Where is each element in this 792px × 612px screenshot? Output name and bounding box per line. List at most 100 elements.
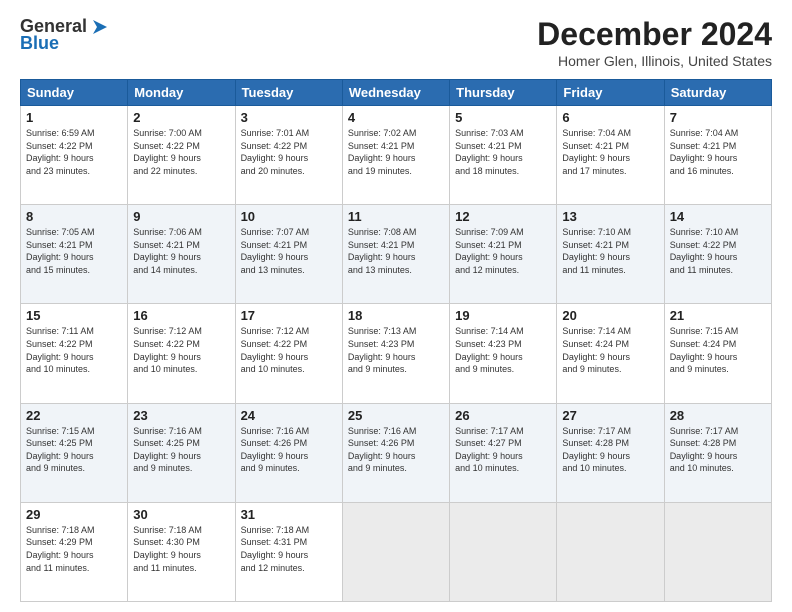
col-header-friday: Friday <box>557 80 664 106</box>
day-info: Sunrise: 7:02 AM Sunset: 4:21 PM Dayligh… <box>348 127 444 177</box>
day-number: 22 <box>26 408 122 423</box>
day-info: Sunrise: 7:15 AM Sunset: 4:25 PM Dayligh… <box>26 425 122 475</box>
day-number: 23 <box>133 408 229 423</box>
calendar-cell: 19Sunrise: 7:14 AM Sunset: 4:23 PM Dayli… <box>450 304 557 403</box>
logo: General Blue <box>20 16 107 54</box>
calendar-cell: 1Sunrise: 6:59 AM Sunset: 4:22 PM Daylig… <box>21 106 128 205</box>
calendar-cell: 14 Sunrise: 7:10 AM Sunset: 4:22 PM Dayli… <box>664 205 771 304</box>
day-info: Sunrise: 7:10 AM Sunset: 4:22 PM Dayligh… <box>670 226 766 276</box>
day-number: 6 <box>562 110 658 125</box>
calendar-cell: 13Sunrise: 7:10 AM Sunset: 4:21 PM Dayli… <box>557 205 664 304</box>
title-block: December 2024 Homer Glen, Illinois, Unit… <box>537 16 772 69</box>
calendar-cell <box>557 502 664 601</box>
calendar-week-3: 15 Sunrise: 7:11 AM Sunset: 4:22 PM Dayli… <box>21 304 772 403</box>
day-info: Sunrise: 6:59 AM Sunset: 4:22 PM Dayligh… <box>26 127 122 177</box>
location: Homer Glen, Illinois, United States <box>537 53 772 69</box>
calendar-cell: 24 Sunrise: 7:16 AM Sunset: 4:26 PM Dayli… <box>235 403 342 502</box>
day-info: Sunrise: 7:17 AM Sunset: 4:28 PM Dayligh… <box>562 425 658 475</box>
calendar-cell <box>450 502 557 601</box>
calendar-cell <box>342 502 449 601</box>
calendar-table: SundayMondayTuesdayWednesdayThursdayFrid… <box>20 79 772 602</box>
calendar-cell: 25 Sunrise: 7:16 AM Sunset: 4:26 PM Dayli… <box>342 403 449 502</box>
day-number: 18 <box>348 308 444 323</box>
day-info: Sunrise: 7:16 AM Sunset: 4:26 PM Dayligh… <box>241 425 337 475</box>
day-number: 31 <box>241 507 337 522</box>
day-info: Sunrise: 7:18 AM Sunset: 4:30 PM Dayligh… <box>133 524 229 574</box>
day-info: Sunrise: 7:16 AM Sunset: 4:26 PM Dayligh… <box>348 425 444 475</box>
calendar-cell: 7 Sunrise: 7:04 AM Sunset: 4:21 PM Daylig… <box>664 106 771 205</box>
day-number: 11 <box>348 209 444 224</box>
day-number: 14 <box>670 209 766 224</box>
calendar-cell: 27 Sunrise: 7:17 AM Sunset: 4:28 PM Dayli… <box>557 403 664 502</box>
day-info: Sunrise: 7:14 AM Sunset: 4:24 PM Dayligh… <box>562 325 658 375</box>
calendar-week-2: 8Sunrise: 7:05 AM Sunset: 4:21 PM Daylig… <box>21 205 772 304</box>
day-info: Sunrise: 7:09 AM Sunset: 4:21 PM Dayligh… <box>455 226 551 276</box>
month-title: December 2024 <box>537 16 772 53</box>
calendar-cell: 12Sunrise: 7:09 AM Sunset: 4:21 PM Dayli… <box>450 205 557 304</box>
calendar-cell: 10Sunrise: 7:07 AM Sunset: 4:21 PM Dayli… <box>235 205 342 304</box>
calendar-cell: 11 Sunrise: 7:08 AM Sunset: 4:21 PM Dayli… <box>342 205 449 304</box>
calendar-week-4: 22 Sunrise: 7:15 AM Sunset: 4:25 PM Dayli… <box>21 403 772 502</box>
day-info: Sunrise: 7:16 AM Sunset: 4:25 PM Dayligh… <box>133 425 229 475</box>
calendar-cell: 30 Sunrise: 7:18 AM Sunset: 4:30 PM Dayli… <box>128 502 235 601</box>
header: General Blue December 2024 Homer Glen, I… <box>20 16 772 69</box>
day-number: 9 <box>133 209 229 224</box>
day-info: Sunrise: 7:11 AM Sunset: 4:22 PM Dayligh… <box>26 325 122 375</box>
day-number: 27 <box>562 408 658 423</box>
day-info: Sunrise: 7:04 AM Sunset: 4:21 PM Dayligh… <box>670 127 766 177</box>
day-number: 7 <box>670 110 766 125</box>
calendar-cell: 2Sunrise: 7:00 AM Sunset: 4:22 PM Daylig… <box>128 106 235 205</box>
logo-bird-icon <box>89 18 107 36</box>
day-info: Sunrise: 7:00 AM Sunset: 4:22 PM Dayligh… <box>133 127 229 177</box>
calendar-cell <box>664 502 771 601</box>
calendar-cell: 23 Sunrise: 7:16 AM Sunset: 4:25 PM Dayli… <box>128 403 235 502</box>
day-number: 3 <box>241 110 337 125</box>
calendar-cell: 15 Sunrise: 7:11 AM Sunset: 4:22 PM Dayli… <box>21 304 128 403</box>
calendar-header-row: SundayMondayTuesdayWednesdayThursdayFrid… <box>21 80 772 106</box>
day-info: Sunrise: 7:06 AM Sunset: 4:21 PM Dayligh… <box>133 226 229 276</box>
day-number: 26 <box>455 408 551 423</box>
calendar-cell: 22 Sunrise: 7:15 AM Sunset: 4:25 PM Dayli… <box>21 403 128 502</box>
day-info: Sunrise: 7:03 AM Sunset: 4:21 PM Dayligh… <box>455 127 551 177</box>
col-header-saturday: Saturday <box>664 80 771 106</box>
page: General Blue December 2024 Homer Glen, I… <box>0 0 792 612</box>
day-number: 24 <box>241 408 337 423</box>
day-number: 17 <box>241 308 337 323</box>
day-info: Sunrise: 7:01 AM Sunset: 4:22 PM Dayligh… <box>241 127 337 177</box>
day-info: Sunrise: 7:15 AM Sunset: 4:24 PM Dayligh… <box>670 325 766 375</box>
col-header-sunday: Sunday <box>21 80 128 106</box>
day-info: Sunrise: 7:08 AM Sunset: 4:21 PM Dayligh… <box>348 226 444 276</box>
day-info: Sunrise: 7:12 AM Sunset: 4:22 PM Dayligh… <box>241 325 337 375</box>
col-header-thursday: Thursday <box>450 80 557 106</box>
day-number: 16 <box>133 308 229 323</box>
day-info: Sunrise: 7:12 AM Sunset: 4:22 PM Dayligh… <box>133 325 229 375</box>
calendar-cell: 18Sunrise: 7:13 AM Sunset: 4:23 PM Dayli… <box>342 304 449 403</box>
logo-blue: Blue <box>20 33 59 54</box>
day-number: 4 <box>348 110 444 125</box>
calendar-cell: 31 Sunrise: 7:18 AM Sunset: 4:31 PM Dayli… <box>235 502 342 601</box>
calendar-cell: 5 Sunrise: 7:03 AM Sunset: 4:21 PM Daylig… <box>450 106 557 205</box>
calendar-cell: 29 Sunrise: 7:18 AM Sunset: 4:29 PM Dayli… <box>21 502 128 601</box>
day-number: 29 <box>26 507 122 522</box>
day-number: 5 <box>455 110 551 125</box>
day-info: Sunrise: 7:17 AM Sunset: 4:27 PM Dayligh… <box>455 425 551 475</box>
calendar-cell: 16 Sunrise: 7:12 AM Sunset: 4:22 PM Dayli… <box>128 304 235 403</box>
day-info: Sunrise: 7:04 AM Sunset: 4:21 PM Dayligh… <box>562 127 658 177</box>
day-info: Sunrise: 7:14 AM Sunset: 4:23 PM Dayligh… <box>455 325 551 375</box>
calendar-cell: 9 Sunrise: 7:06 AM Sunset: 4:21 PM Daylig… <box>128 205 235 304</box>
day-info: Sunrise: 7:18 AM Sunset: 4:29 PM Dayligh… <box>26 524 122 574</box>
day-info: Sunrise: 7:17 AM Sunset: 4:28 PM Dayligh… <box>670 425 766 475</box>
col-header-tuesday: Tuesday <box>235 80 342 106</box>
day-number: 13 <box>562 209 658 224</box>
calendar-cell: 20Sunrise: 7:14 AM Sunset: 4:24 PM Dayli… <box>557 304 664 403</box>
calendar-week-5: 29 Sunrise: 7:18 AM Sunset: 4:29 PM Dayli… <box>21 502 772 601</box>
calendar-cell: 17 Sunrise: 7:12 AM Sunset: 4:22 PM Dayli… <box>235 304 342 403</box>
day-number: 15 <box>26 308 122 323</box>
day-number: 25 <box>348 408 444 423</box>
day-number: 30 <box>133 507 229 522</box>
calendar-cell: 8Sunrise: 7:05 AM Sunset: 4:21 PM Daylig… <box>21 205 128 304</box>
calendar-cell: 21 Sunrise: 7:15 AM Sunset: 4:24 PM Dayli… <box>664 304 771 403</box>
col-header-wednesday: Wednesday <box>342 80 449 106</box>
day-number: 21 <box>670 308 766 323</box>
day-info: Sunrise: 7:18 AM Sunset: 4:31 PM Dayligh… <box>241 524 337 574</box>
